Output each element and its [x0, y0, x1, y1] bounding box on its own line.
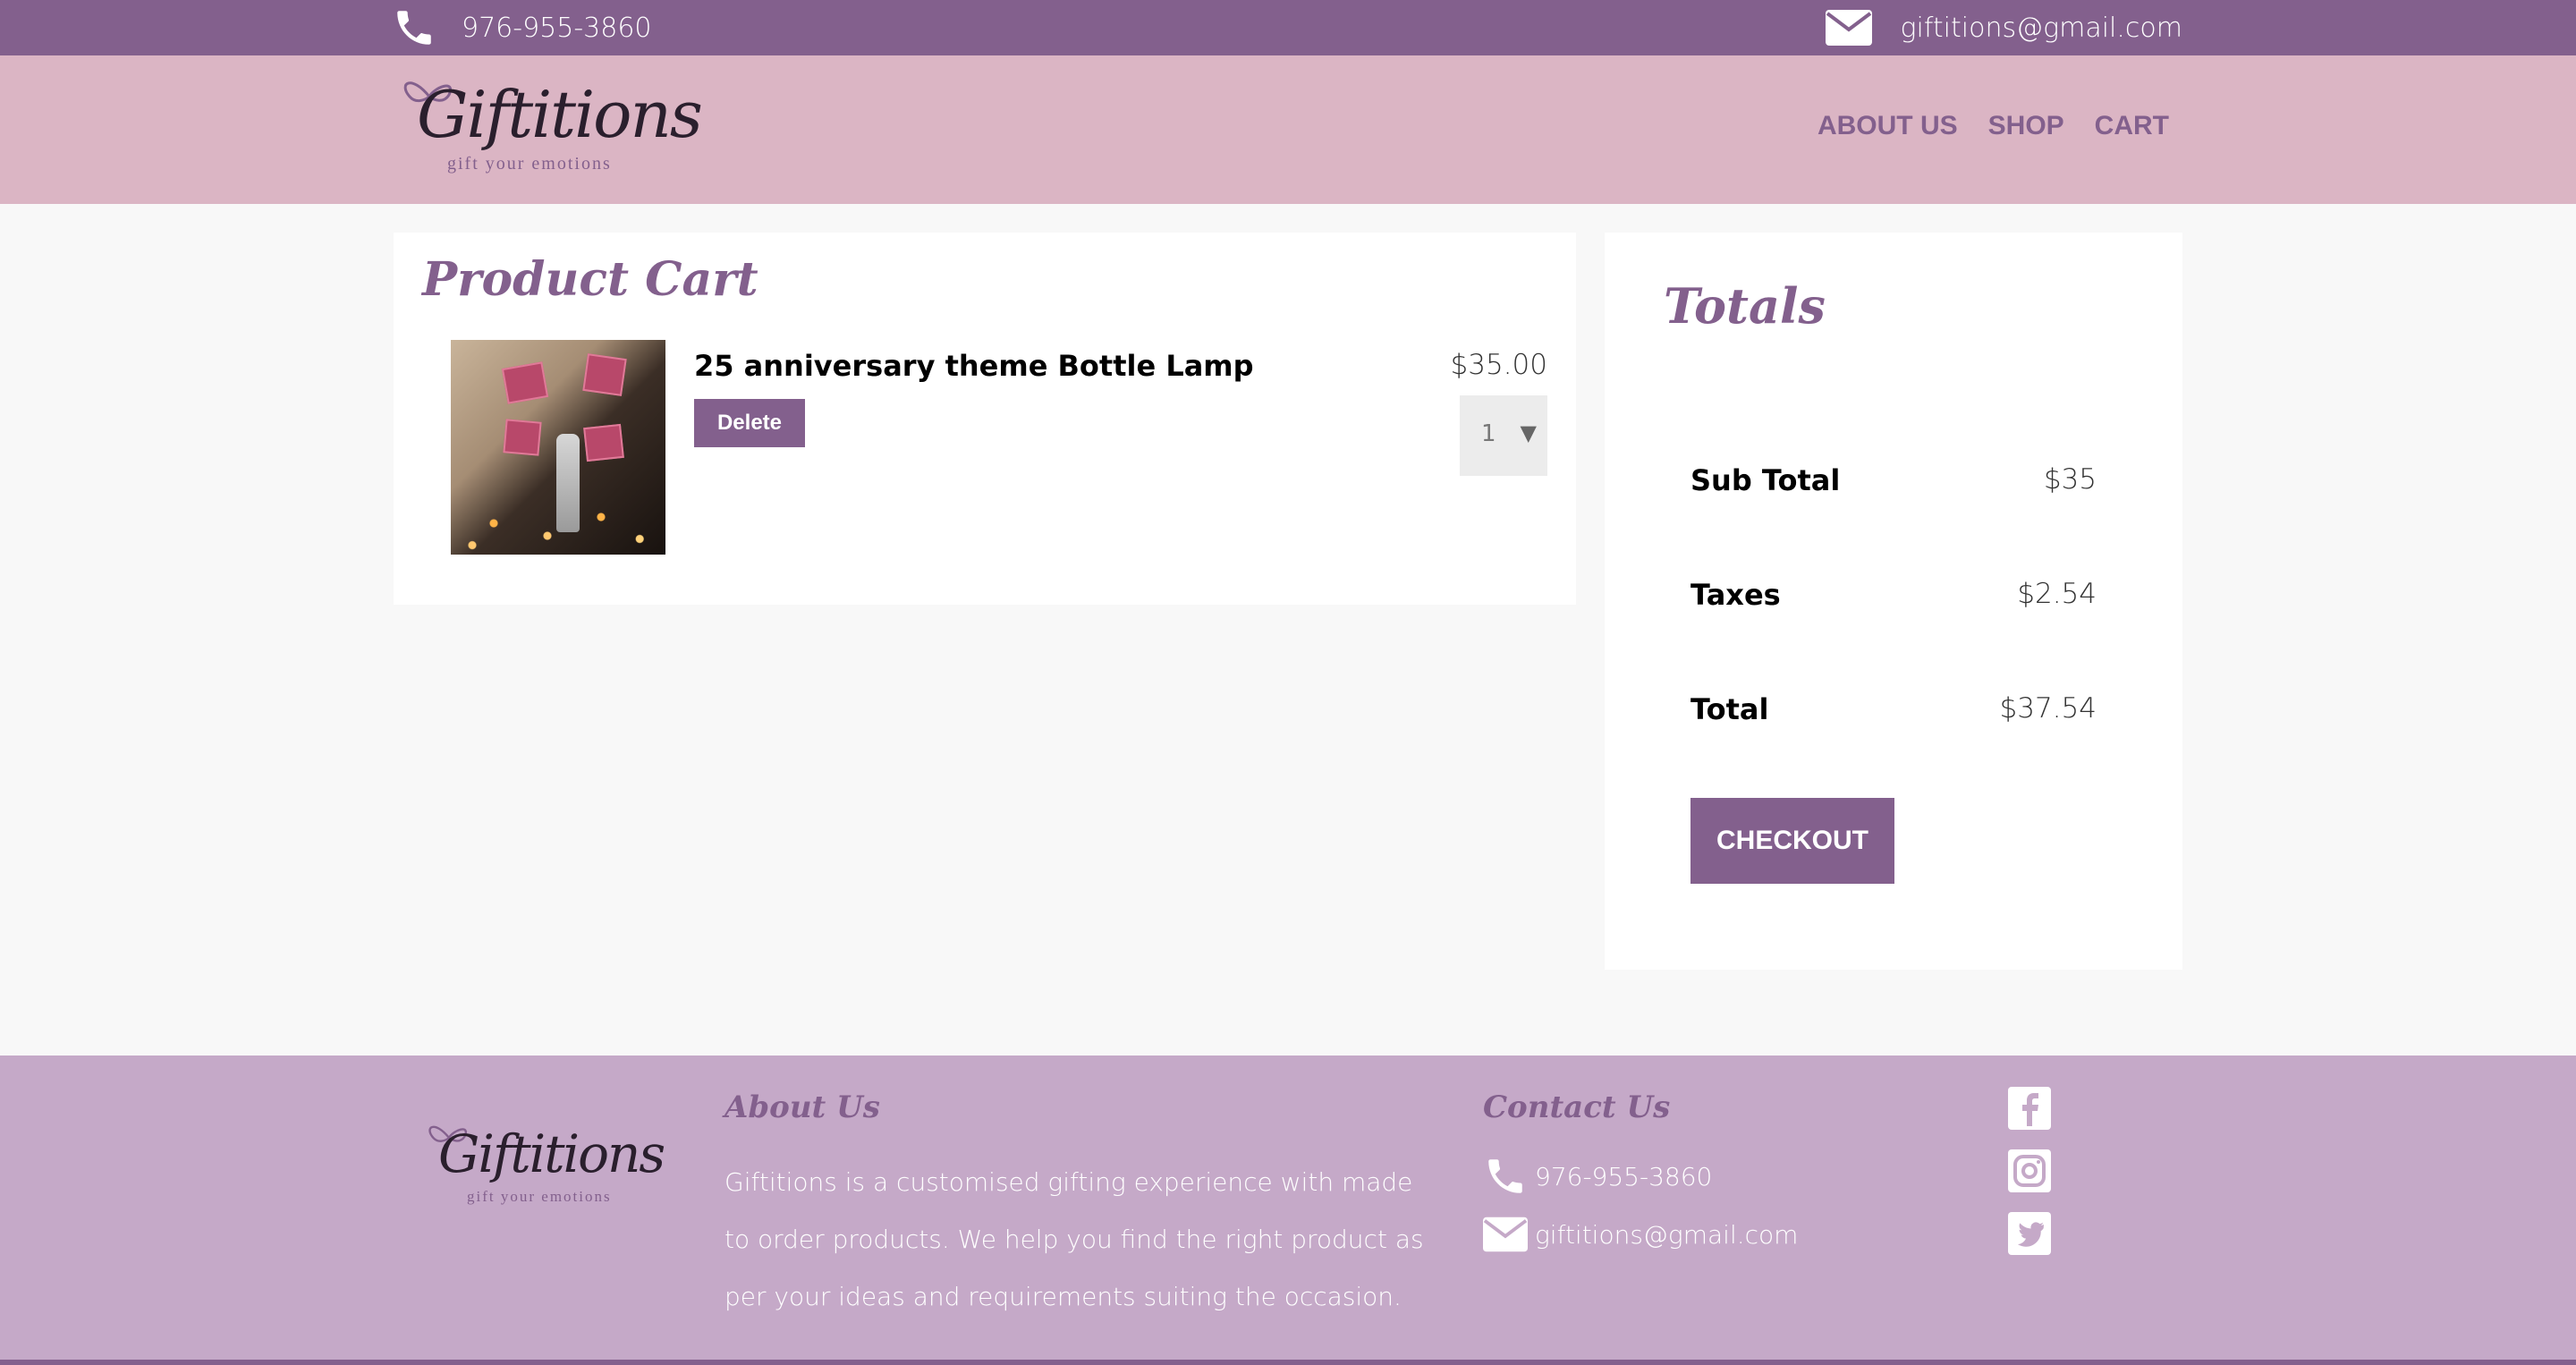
mail-icon — [1825, 9, 1872, 47]
topbar-phone-text: 976-955-3860 — [462, 12, 652, 44]
dropdown-arrow-icon: ▼ — [1520, 420, 1537, 445]
phone-icon — [1483, 1154, 1528, 1199]
mail-icon — [1483, 1217, 1528, 1252]
topbar-phone[interactable]: 976-955-3860 — [392, 2, 652, 54]
footer-contact-title: Contact Us — [1483, 1089, 1671, 1125]
footer-email[interactable]: giftitions@gmail.com — [1483, 1217, 1798, 1252]
logo-tagline: gift your emotions — [447, 154, 612, 174]
subtotal-amount: $35 — [2043, 463, 2097, 496]
nav-about-us[interactable]: ABOUT US — [1818, 111, 1958, 147]
totals-panel: Totals Sub Total $35 Taxes $2.54 Total $… — [1605, 233, 2182, 970]
topbar-email[interactable]: giftitions@gmail.com — [1825, 2, 2182, 54]
logo-wordmark: Giftitions — [417, 77, 703, 152]
taxes-row: Taxes $2.54 — [1690, 578, 2097, 623]
product-cart-panel: Product Cart 25 anniversary theme Bottle… — [394, 233, 1576, 605]
total-amount: $37.54 — [1999, 692, 2097, 725]
footer-phone-text: 976-955-3860 — [1535, 1161, 1713, 1191]
footer-logo[interactable]: Giftitions gift your emotions — [420, 1116, 665, 1215]
footer-bottom-strip — [0, 1360, 2576, 1365]
footer-about-text: Giftitions is a customised gifting exper… — [724, 1167, 1424, 1311]
taxes-amount: $2.54 — [2017, 578, 2097, 610]
taxes-label: Taxes — [1690, 578, 1781, 612]
facebook-icon[interactable] — [2007, 1086, 2052, 1131]
topbar-email-text: giftitions@gmail.com — [1900, 12, 2182, 44]
footer-email-text: giftitions@gmail.com — [1535, 1219, 1799, 1250]
site-footer: Giftitions gift your emotions About Us G… — [0, 1056, 2576, 1365]
cart-title: Product Cart — [422, 252, 758, 307]
quantity-value: 1 — [1481, 420, 1496, 447]
product-name: 25 anniversary theme Bottle Lamp — [694, 349, 1254, 383]
site-logo[interactable]: Giftitions gift your emotions — [394, 70, 703, 188]
phone-icon — [392, 5, 436, 50]
twitter-icon[interactable] — [2007, 1211, 2052, 1256]
footer-phone[interactable]: 976-955-3860 — [1483, 1154, 1712, 1199]
footer-about-title: About Us — [724, 1089, 880, 1125]
nav-shop[interactable]: SHOP — [1988, 111, 2064, 147]
checkout-button[interactable]: CHECKOUT — [1690, 798, 1894, 884]
site-header: Giftitions gift your emotions ABOUT US S… — [0, 55, 2576, 204]
total-label: Total — [1690, 692, 1769, 726]
nav-cart[interactable]: CART — [2095, 111, 2169, 147]
instagram-icon[interactable] — [2007, 1149, 2052, 1193]
product-price: $35.00 — [1450, 349, 1547, 381]
main-nav: ABOUT US SHOP CART — [1818, 111, 2169, 147]
product-image — [451, 340, 665, 555]
footer-logo-wordmark: Giftitions — [438, 1123, 665, 1184]
footer-logo-tagline: gift your emotions — [467, 1188, 612, 1205]
delete-button[interactable]: Delete — [694, 399, 805, 447]
quantity-select[interactable]: 1 ▼ — [1460, 395, 1547, 476]
subtotal-row: Sub Total $35 — [1690, 463, 2097, 508]
subtotal-label: Sub Total — [1690, 463, 1841, 497]
totals-title: Totals — [1664, 277, 1826, 335]
top-contact-bar: 976-955-3860 giftitions@gmail.com — [0, 0, 2576, 55]
total-row: Total $37.54 — [1690, 692, 2097, 737]
